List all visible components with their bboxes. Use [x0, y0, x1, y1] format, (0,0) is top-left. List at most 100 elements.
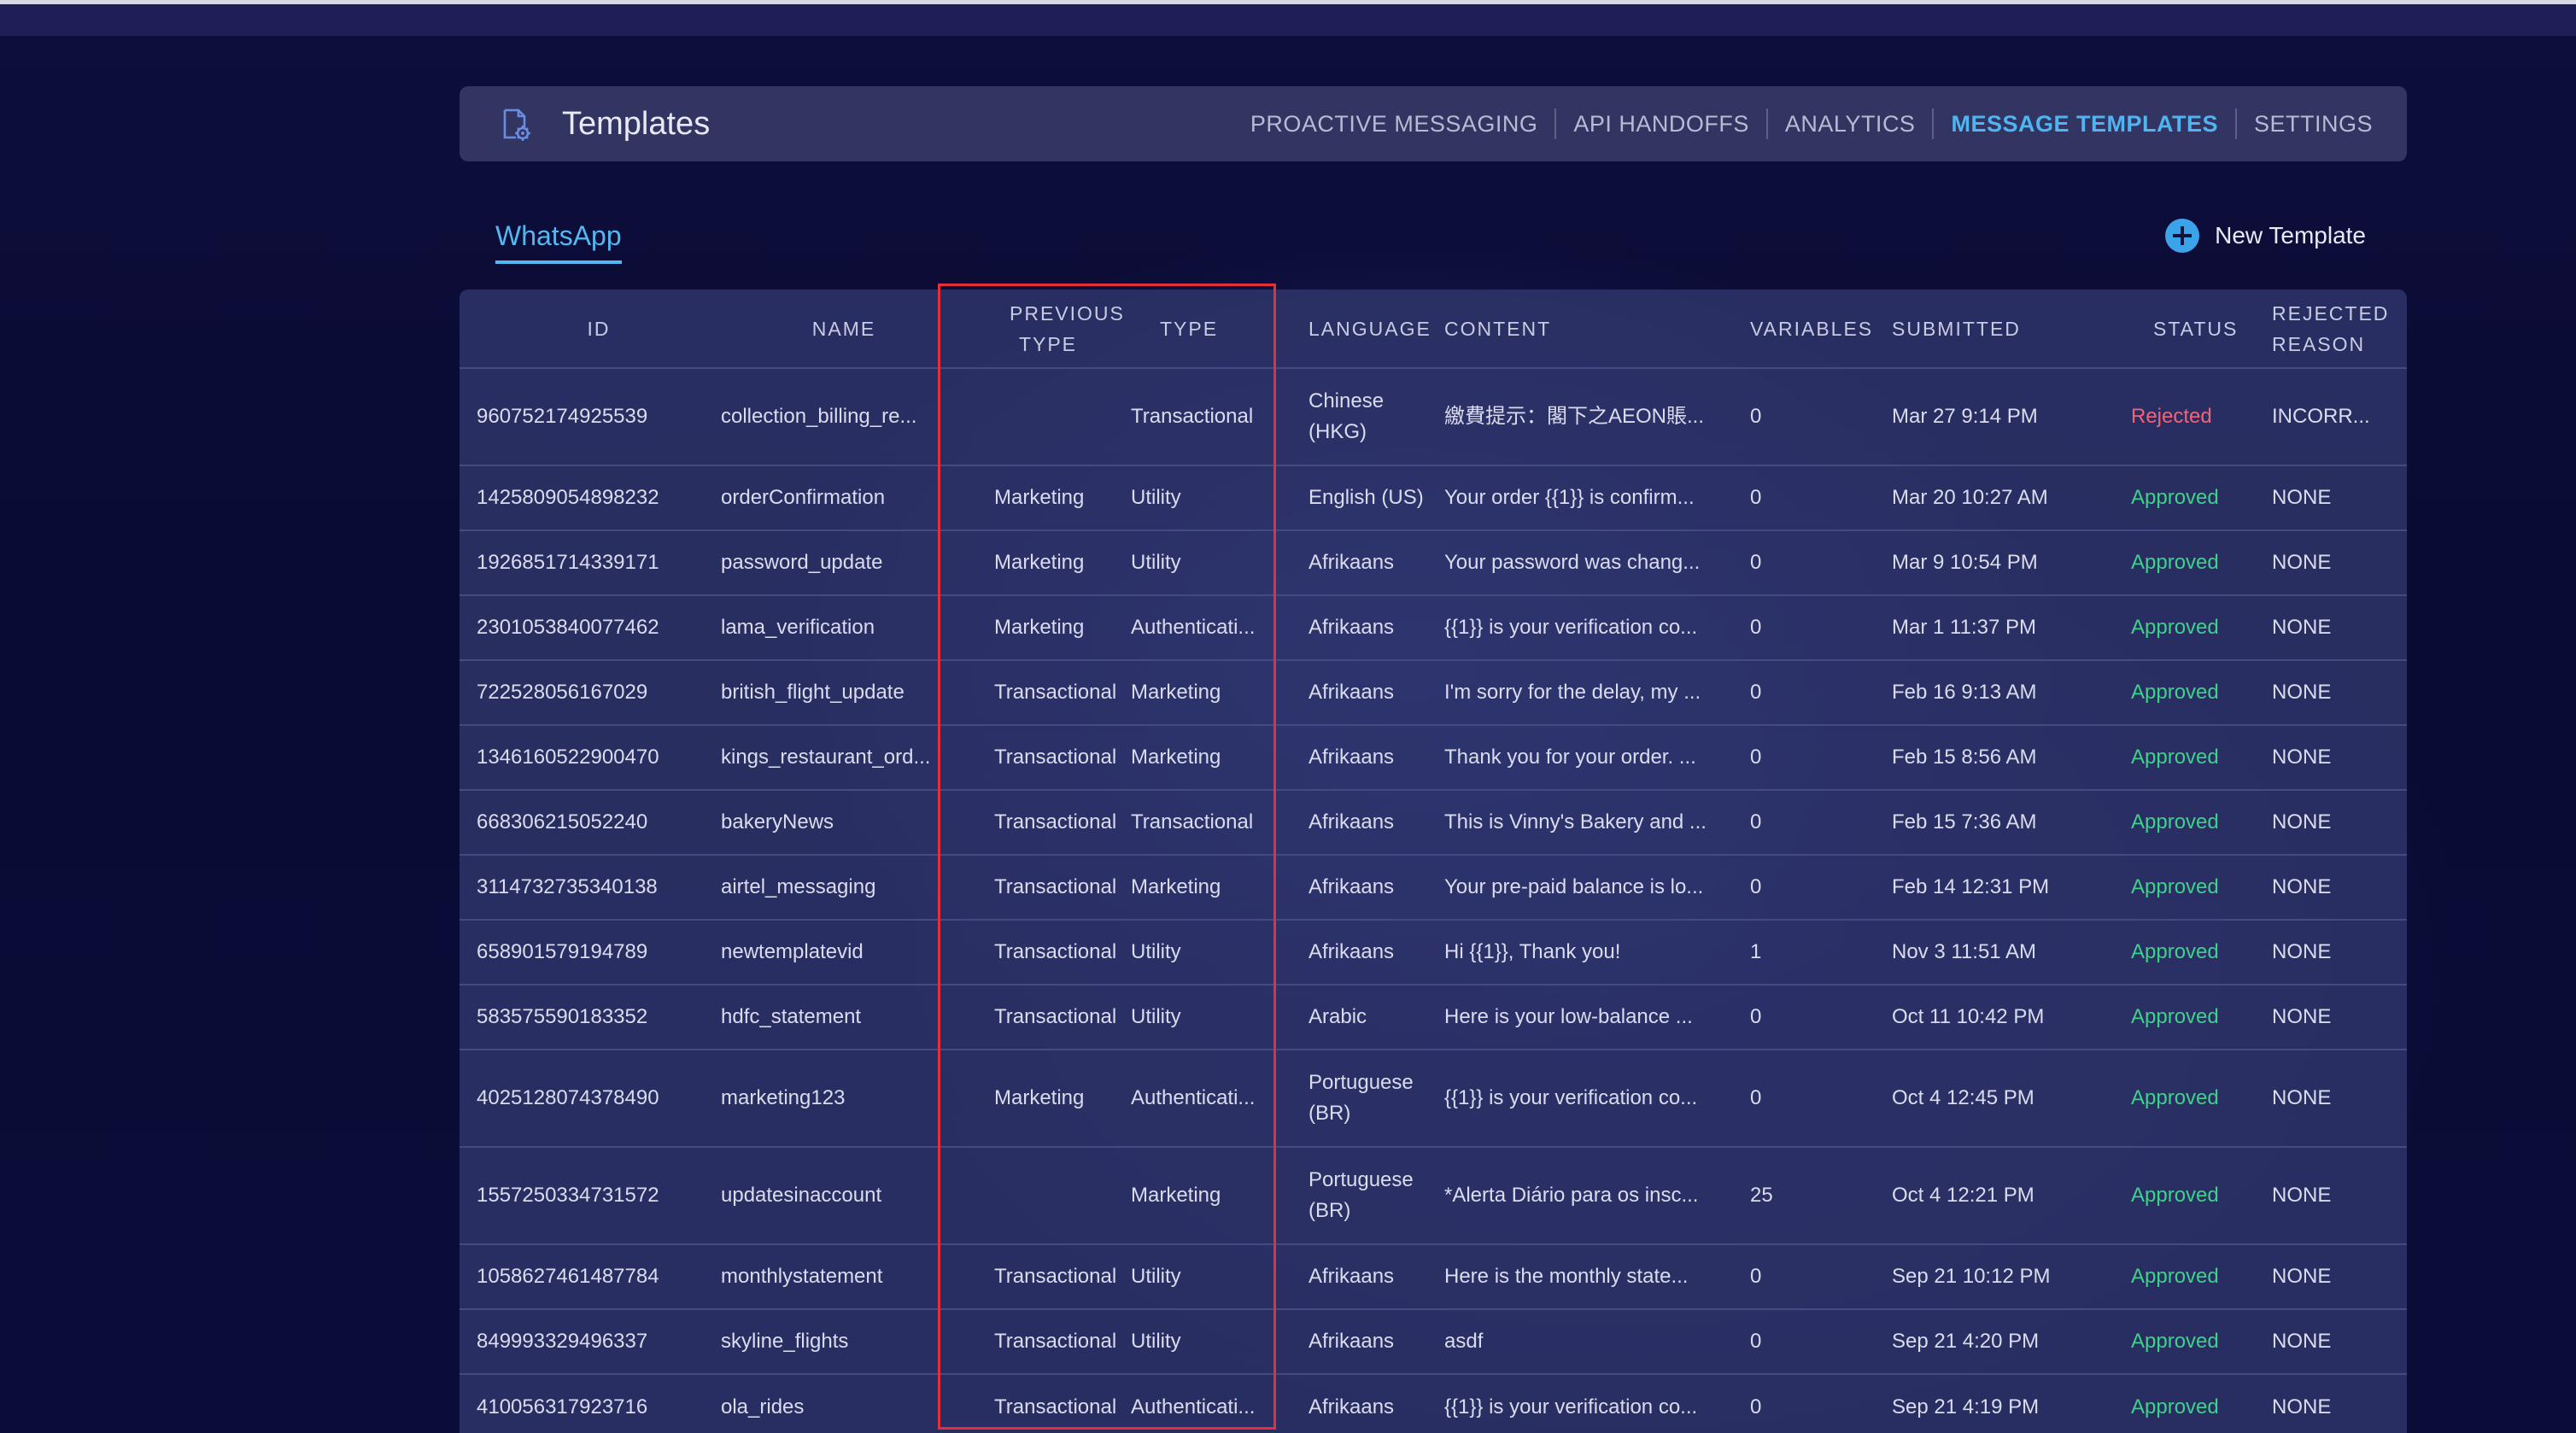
col-header-variables[interactable]: VARIABLES — [1750, 290, 1892, 368]
cell-submitted: Oct 4 12:45 PM — [1892, 1086, 2034, 1109]
cell-submitted: Sep 21 4:20 PM — [1892, 1330, 2040, 1353]
cell-id: 1346160522900470 — [477, 746, 659, 769]
table-row[interactable]: 1926851714339171 password_update Marketing… — [460, 530, 2407, 595]
cell-rejected-reason: NONE — [2272, 875, 2332, 898]
cell-submitted: Oct 4 12:21 PM — [1892, 1184, 2034, 1207]
cell-content: {{1}} is your verification co... — [1444, 1395, 1698, 1418]
cell-id: 658901579194789 — [477, 940, 648, 963]
cell-status: Approved — [2131, 1184, 2219, 1207]
row-spacer — [460, 985, 477, 1050]
row-spacer — [460, 465, 477, 530]
col-header-previous-type[interactable]: PREVIOUS TYPE — [967, 290, 1129, 368]
cell-name: newtemplatevid — [721, 940, 864, 963]
header-spacer — [460, 290, 477, 368]
col-header-language[interactable]: LANGUAGE — [1291, 290, 1444, 368]
cell-language: Afrikaans — [1308, 681, 1395, 704]
table-row[interactable]: 1058627461487784 monthlystatement Transact… — [460, 1244, 2407, 1309]
table-row[interactable]: 4025128074378490 marketing123 Marketing Aut… — [460, 1050, 2407, 1147]
col-header-id[interactable]: ID — [477, 290, 721, 368]
col-header-submitted[interactable]: SUBMITTED — [1892, 290, 2119, 368]
cell-rejected-reason: NONE — [2272, 681, 2332, 704]
cell-status: Approved — [2131, 1395, 2219, 1418]
cell-name: bakeryNews — [721, 810, 834, 833]
cell-status: Approved — [2131, 486, 2219, 509]
cell-name: password_update — [721, 551, 883, 574]
col-header-type[interactable]: TYPE — [1129, 290, 1291, 368]
row-spacer — [460, 660, 477, 725]
cell-name: updatesinaccount — [721, 1184, 882, 1207]
tab-message-templates[interactable]: MESSAGE TEMPLATES — [1934, 109, 2235, 138]
cell-status: Approved — [2131, 616, 2219, 639]
tab-proactive-messaging[interactable]: PROACTIVE MESSAGING — [1233, 109, 1555, 138]
new-template-button[interactable]: New Template — [2165, 219, 2366, 253]
col-header-name[interactable]: NAME — [721, 290, 967, 368]
table-row[interactable]: 1557250334731572 updatesinaccount Marketin… — [460, 1147, 2407, 1244]
tab-whatsapp[interactable]: WhatsApp — [495, 220, 622, 264]
cell-id: 410056317923716 — [477, 1395, 648, 1418]
cell-status: Approved — [2131, 940, 2219, 963]
cell-rejected-reason: NONE — [2272, 1265, 2332, 1288]
cell-rejected-reason: NONE — [2272, 1086, 2332, 1109]
table-row[interactable]: 849993329496337 skyline_flights Transactio… — [460, 1309, 2407, 1374]
page-header: Templates PROACTIVE MESSAGING API HANDOF… — [460, 86, 2407, 161]
cell-language: Chinese (HKG) — [1308, 389, 1385, 443]
cell-status: Approved — [2131, 1005, 2219, 1028]
cell-type: Authenticati... — [1131, 616, 1256, 639]
cell-rejected-reason: NONE — [2272, 940, 2332, 963]
cell-language: Afrikaans — [1308, 875, 1395, 898]
tab-api-handoffs[interactable]: API HANDOFFS — [1556, 109, 1766, 138]
cell-type: Utility — [1131, 551, 1181, 574]
col-header-content[interactable]: CONTENT — [1444, 290, 1750, 368]
col-header-status[interactable]: STATUS — [2119, 290, 2272, 368]
cell-previous-type: Marketing — [994, 616, 1085, 639]
tab-analytics[interactable]: ANALYTICS — [1768, 109, 1933, 138]
table-row[interactable]: 722528056167029 british_flight_update Tran… — [460, 660, 2407, 725]
cell-previous-type: Marketing — [994, 1086, 1085, 1109]
cell-name: ola_rides — [721, 1395, 805, 1418]
cell-content: Here is the monthly state... — [1444, 1265, 1689, 1288]
table-row[interactable]: 1425809054898232 orderConfirmation Marketi… — [460, 465, 2407, 530]
cell-type: Utility — [1131, 1005, 1181, 1028]
cell-submitted: Feb 14 12:31 PM — [1892, 875, 2050, 898]
table-row[interactable]: 1346160522900470 kings_restaurant_ord... T… — [460, 725, 2407, 790]
cell-variables: 0 — [1750, 1005, 1762, 1028]
cell-language: Afrikaans — [1308, 746, 1395, 769]
row-spacer — [460, 595, 477, 660]
cell-content: Thank you for your order. ... — [1444, 746, 1696, 769]
col-header-rejected-reason[interactable]: REJECTED REASON — [2272, 290, 2407, 368]
cell-submitted: Mar 20 10:27 AM — [1892, 486, 2048, 509]
table-row[interactable]: 3114732735340138 airtel_messaging Transact… — [460, 855, 2407, 920]
table-row[interactable]: 668306215052240 bakeryNews Transactional Tr… — [460, 790, 2407, 855]
cell-id: 960752174925539 — [477, 405, 648, 428]
cell-type: Utility — [1131, 486, 1181, 509]
cell-name: hdfc_statement — [721, 1005, 862, 1028]
cell-content: *Alerta Diário para os insc... — [1444, 1184, 1699, 1207]
cell-previous-type: Transactional — [994, 810, 1117, 833]
cell-previous-type: Transactional — [994, 1395, 1117, 1418]
table-header-row: ID NAME PREVIOUS TYPE TYPE LANGUAGE CONT… — [460, 290, 2407, 368]
cell-id: 2301053840077462 — [477, 616, 659, 639]
table-row[interactable]: 658901579194789 newtemplatevid Transaction… — [460, 920, 2407, 985]
cell-id: 668306215052240 — [477, 810, 648, 833]
cell-submitted: Mar 1 11:37 PM — [1892, 616, 2036, 639]
cell-id: 1926851714339171 — [477, 551, 659, 574]
cell-name: collection_billing_re... — [721, 405, 917, 428]
cell-status: Approved — [2131, 746, 2219, 769]
cell-status: Approved — [2131, 551, 2219, 574]
row-spacer — [460, 920, 477, 985]
cell-id: 3114732735340138 — [477, 875, 658, 898]
template-settings-icon — [503, 108, 530, 141]
cell-content: asdf — [1444, 1330, 1484, 1353]
cell-variables: 0 — [1750, 1330, 1762, 1353]
cell-id: 583575590183352 — [477, 1005, 648, 1028]
cell-variables: 0 — [1750, 1395, 1762, 1418]
table-row[interactable]: 410056317923716 ola_rides Transactional Aut… — [460, 1374, 2407, 1433]
cell-previous-type: Transactional — [994, 875, 1117, 898]
table-row[interactable]: 960752174925539 collection_billing_re... T… — [460, 368, 2407, 465]
cell-language: Afrikaans — [1308, 616, 1395, 639]
cell-content: I'm sorry for the delay, my ... — [1444, 681, 1701, 704]
cell-type: Transactional — [1131, 405, 1254, 428]
tab-settings[interactable]: SETTINGS — [2237, 109, 2390, 138]
table-row[interactable]: 2301053840077462 lama_verification Marketi… — [460, 595, 2407, 660]
table-row[interactable]: 583575590183352 hdfc_statement Transaction… — [460, 985, 2407, 1050]
